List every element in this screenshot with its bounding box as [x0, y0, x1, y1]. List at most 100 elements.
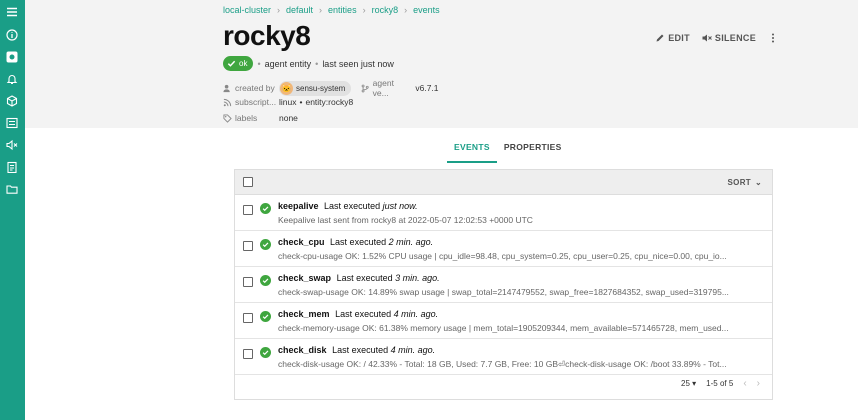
event-summary: check_mem Last executed 4 min. ago. — [278, 309, 438, 319]
page-title: rocky8 — [223, 20, 311, 51]
check-circle-icon — [260, 239, 271, 250]
status-label: ok — [239, 59, 248, 68]
last-executed-ago: 2 min. ago. — [388, 237, 434, 247]
check-circle-icon — [260, 203, 271, 214]
rows-per-page-value: 25 — [681, 379, 690, 388]
last-executed-label: Last executed — [335, 309, 392, 319]
last-seen: last seen just now — [322, 58, 394, 69]
silence-icon[interactable] — [4, 137, 20, 153]
pencil-icon — [656, 34, 664, 42]
check-name[interactable]: keepalive — [278, 201, 319, 211]
check-name[interactable]: check_cpu — [278, 237, 325, 247]
last-executed-label: Last executed — [330, 237, 387, 247]
events-list: SORT ⌄ keepalive Last executed just now.… — [234, 169, 773, 400]
pagination: 25 ▾ 1-5 of 5 ‹ › — [235, 368, 772, 399]
check-circle-icon — [260, 347, 271, 358]
created-by-label: created by — [235, 83, 275, 93]
entity-class: agent entity — [264, 58, 312, 69]
subscription-item: entity:rocky8 — [305, 97, 354, 107]
edit-button[interactable]: EDIT — [655, 33, 690, 43]
breadcrumb-entity[interactable]: rocky8 — [372, 5, 399, 15]
breadcrumb-cluster[interactable]: local-cluster — [223, 5, 271, 15]
row-checkbox[interactable] — [243, 313, 253, 323]
breadcrumb-entities[interactable]: entities — [328, 5, 357, 15]
status-badge: ok — [223, 56, 254, 71]
list-icon[interactable] — [4, 115, 20, 131]
breadcrumb-namespace[interactable]: default — [286, 5, 313, 15]
chevron-right-icon: › — [277, 5, 281, 15]
rss-icon — [223, 98, 232, 106]
silence-label: SILENCE — [714, 33, 756, 43]
labels-label: labels — [235, 113, 258, 123]
previous-page-button[interactable]: ‹ — [743, 378, 746, 389]
check-name[interactable]: check_mem — [278, 309, 330, 319]
event-row[interactable]: keepalive Last executed just now. Keepal… — [235, 195, 772, 231]
breadcrumb: local-cluster › default › entities › roc… — [223, 5, 440, 15]
created-by-chip[interactable]: 🐱 sensu-system — [279, 80, 352, 96]
menu-icon[interactable] — [4, 4, 20, 20]
check-circle-icon — [260, 275, 271, 286]
entity-status-row: ok • agent entity • last seen just now — [223, 56, 394, 71]
entity-actions: EDIT SILENCE — [655, 33, 778, 43]
more-vertical-icon — [772, 33, 774, 43]
entity-header: local-cluster › default › entities › roc… — [25, 0, 858, 128]
subscriptions-label: subscript... — [235, 97, 277, 107]
event-row[interactable]: check_cpu Last executed 2 min. ago. chec… — [235, 231, 772, 267]
check-circle-icon — [260, 311, 271, 322]
labels-value: none — [279, 113, 298, 123]
event-summary: check_cpu Last executed 2 min. ago. — [278, 237, 433, 247]
meta-created-by: created by 🐱 sensu-system agent ve... v6… — [223, 78, 439, 98]
meta-subscriptions: subscript... linux • entity:rocky8 — [223, 97, 353, 107]
select-all-checkbox[interactable] — [243, 177, 253, 187]
git-branch-icon — [362, 84, 370, 92]
row-checkbox[interactable] — [243, 205, 253, 215]
check-name[interactable]: check_disk — [278, 345, 327, 355]
event-summary: check_disk Last executed 4 min. ago. — [278, 345, 435, 355]
rows-per-page-select[interactable]: 25 ▾ — [681, 379, 696, 388]
event-row[interactable]: check_swap Last executed 3 min. ago. che… — [235, 267, 772, 303]
bell-icon[interactable] — [4, 71, 20, 87]
row-checkbox[interactable] — [243, 349, 253, 359]
page-range: 1-5 of 5 — [706, 379, 734, 388]
clipboard-icon[interactable] — [4, 159, 20, 175]
agent-version-label: agent ve... — [372, 78, 394, 98]
breadcrumb-events: events — [413, 5, 440, 15]
tab-events[interactable]: EVENTS — [447, 138, 497, 163]
avatar: 🐱 — [280, 81, 293, 95]
sort-button[interactable]: SORT ⌄ — [728, 178, 762, 187]
subscription-item: linux — [279, 97, 297, 107]
chevron-right-icon: › — [319, 5, 323, 15]
silence-button[interactable]: SILENCE — [702, 33, 756, 43]
chevron-right-icon: › — [404, 5, 408, 15]
check-output: Keepalive last sent from rocky8 at 2022-… — [278, 215, 533, 225]
box-icon[interactable] — [4, 93, 20, 109]
folder-icon[interactable] — [4, 181, 20, 197]
check-icon — [227, 60, 236, 67]
event-row[interactable]: check_mem Last executed 4 min. ago. chec… — [235, 303, 772, 339]
tag-icon — [223, 113, 232, 123]
user-icon — [223, 84, 230, 92]
event-summary: check_swap Last executed 3 min. ago. — [278, 273, 440, 283]
row-checkbox[interactable] — [243, 241, 253, 251]
separator-dot: • — [315, 58, 319, 69]
last-executed-ago: just now. — [382, 201, 418, 211]
last-executed-ago: 3 min. ago. — [395, 273, 440, 283]
last-executed-label: Last executed — [336, 273, 393, 283]
entity-tabs: EVENTS PROPERTIES — [447, 138, 569, 163]
edit-label: EDIT — [668, 33, 690, 43]
dashboard-icon[interactable] — [4, 49, 20, 65]
caret-down-icon: ▾ — [692, 379, 697, 388]
last-executed-label: Last executed — [324, 201, 381, 211]
events-list-header: SORT ⌄ — [235, 170, 772, 195]
sidebar — [0, 0, 25, 420]
created-by-value: sensu-system — [296, 83, 346, 93]
check-name[interactable]: check_swap — [278, 273, 331, 283]
separator-dot: • — [299, 97, 303, 107]
tab-properties[interactable]: PROPERTIES — [497, 138, 569, 163]
chevron-down-icon: ⌄ — [754, 178, 762, 187]
next-page-button[interactable]: › — [757, 378, 760, 389]
more-options-button[interactable] — [768, 33, 778, 43]
check-output: check-memory-usage OK: 61.38% memory usa… — [278, 323, 729, 333]
info-icon[interactable] — [4, 27, 20, 43]
row-checkbox[interactable] — [243, 277, 253, 287]
